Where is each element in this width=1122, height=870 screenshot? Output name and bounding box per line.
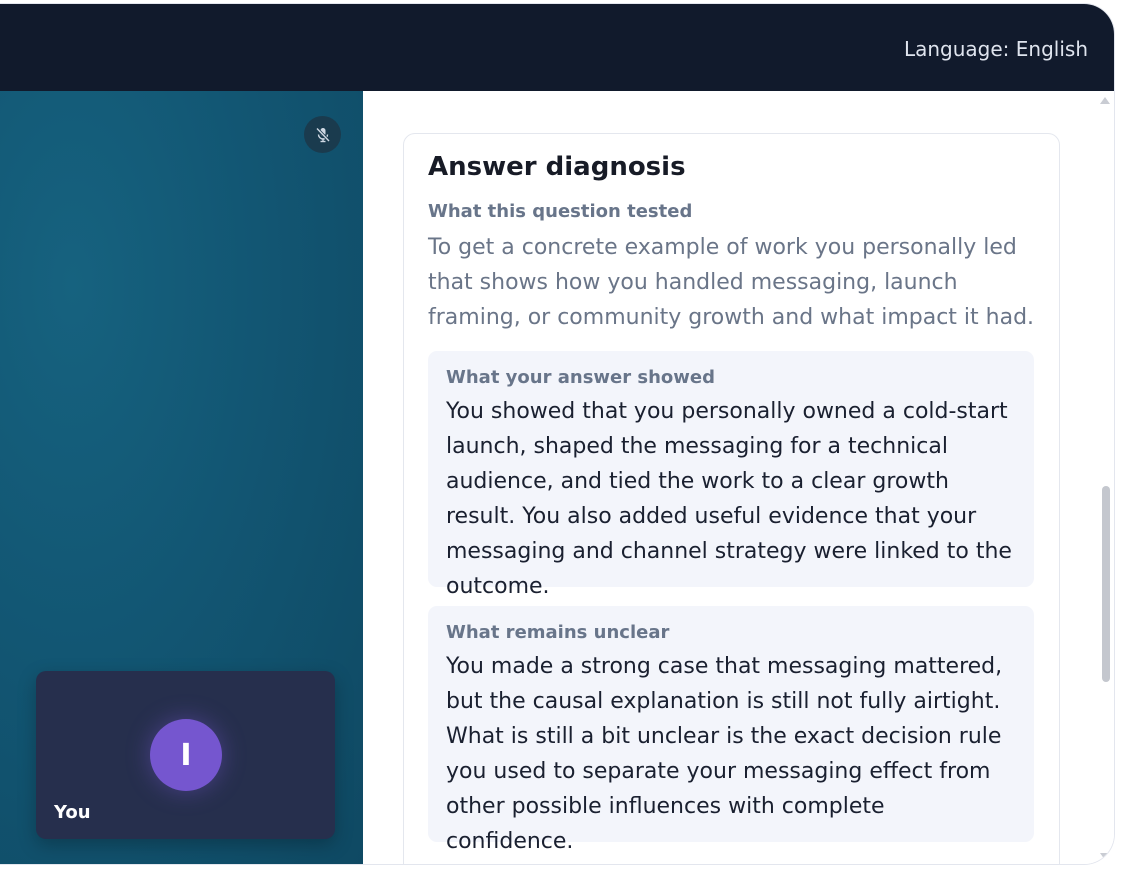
panel-scrollbar[interactable]: [1100, 91, 1114, 864]
remains-unclear-text: You made a strong case that messaging ma…: [446, 654, 1003, 854]
card-title: Answer diagnosis: [428, 152, 686, 182]
scrollbar-thumb[interactable]: [1102, 486, 1110, 682]
top-bar: Language: English: [0, 4, 1114, 91]
answer-showed-text: You showed that you personally owned a c…: [446, 399, 1012, 599]
answer-diagnosis-card: Answer diagnosis What this question test…: [403, 133, 1060, 864]
mic-off-glyph: [315, 126, 330, 142]
language-selector[interactable]: Language: English: [904, 37, 1088, 61]
question-tested-label: What this question tested: [428, 201, 693, 222]
answer-showed-box: What your answer showed You showed that …: [428, 351, 1034, 599]
avatar: I: [150, 719, 222, 791]
video-stage: I You: [0, 91, 363, 864]
answer-showed-label: What your answer showed: [446, 367, 716, 388]
self-video-tile[interactable]: I You: [36, 671, 335, 839]
mic-off-icon[interactable]: [304, 116, 341, 153]
scroll-up-icon[interactable]: [1100, 97, 1110, 104]
scroll-down-icon[interactable]: [1100, 853, 1110, 860]
meeting-window: Language: English I You Answer diagnosis…: [0, 4, 1114, 864]
feedback-panel: Answer diagnosis What this question test…: [363, 91, 1114, 864]
remains-unclear-box: What remains unclear You made a strong c…: [428, 606, 1034, 854]
participant-name: You: [54, 802, 91, 823]
remains-unclear-label: What remains unclear: [446, 622, 670, 643]
question-tested-text: To get a concrete example of work you pe…: [428, 235, 1035, 330]
